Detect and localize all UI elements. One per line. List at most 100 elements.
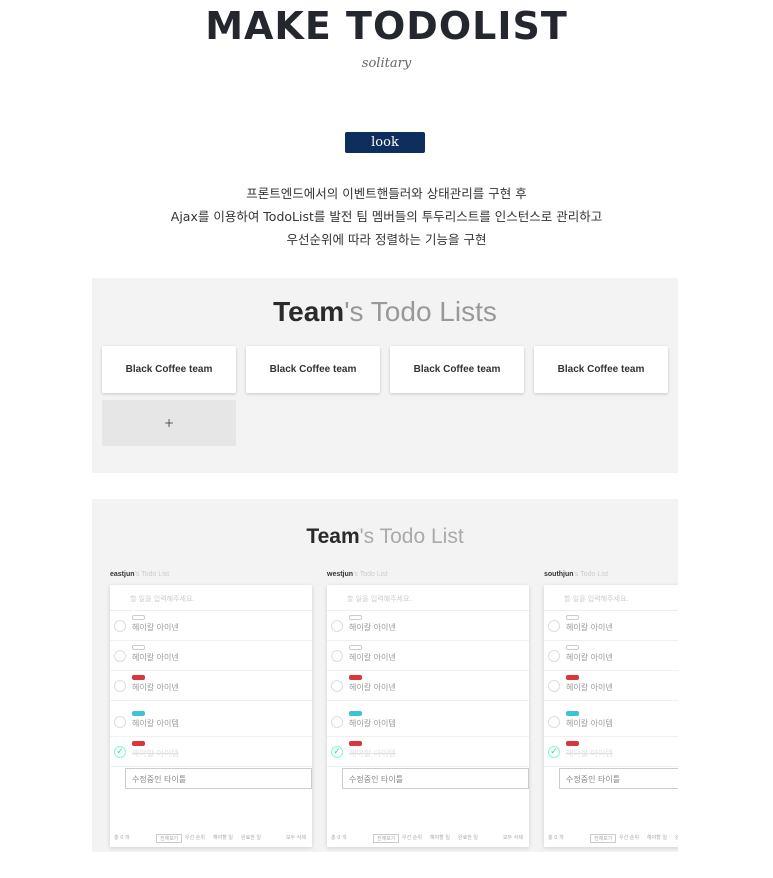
member-name: eastjun's Todo List: [110, 571, 169, 578]
todo-item[interactable]: 헤이칼 아이템: [327, 707, 529, 737]
todo-count: 총 0 개: [114, 835, 130, 841]
member-todo-list: eastjun's Todo List 할 일을 입력해주세요. 헤이칼 아이넨 헤이…: [110, 569, 312, 849]
page-title: MAKE TODOLIST: [205, 4, 568, 48]
filter-done-button[interactable]: 완료한 일: [241, 834, 261, 841]
checkbox-icon[interactable]: [114, 716, 126, 728]
member-name-bold: westjun: [327, 571, 354, 578]
todo-item[interactable]: 헤이칼 아이넨: [544, 611, 678, 641]
todo-item-label: 해야할 아이템: [566, 749, 613, 758]
checkbox-icon[interactable]: [114, 650, 126, 662]
checkbox-icon[interactable]: [114, 680, 126, 692]
filter-todo-button[interactable]: 해야할 일: [213, 834, 233, 841]
todo-count: 총 0 개: [331, 835, 347, 841]
todo-item[interactable]: 헤이칼 아이넨: [544, 641, 678, 671]
team-card[interactable]: Black Coffee team: [390, 346, 524, 393]
checkbox-icon[interactable]: [331, 716, 343, 728]
filter-done-button[interactable]: 완료한 일: [675, 834, 678, 841]
todo-footer: 총 0 개전체보기우선 순위해야할 일완료한 일모두 삭제: [544, 831, 678, 845]
filter-all-button[interactable]: 전체보기: [590, 834, 617, 843]
member-name: southjun's Todo List: [544, 571, 608, 578]
todo-item[interactable]: 헤이칼 아이넨: [327, 641, 529, 671]
team-card[interactable]: Black Coffee team: [534, 346, 668, 393]
clear-all-button[interactable]: 모두 삭제: [503, 834, 523, 841]
add-team-button[interactable]: +: [102, 400, 236, 446]
look-button[interactable]: look: [345, 132, 425, 153]
priority-chip: [349, 645, 362, 650]
checkbox-icon[interactable]: ✓: [548, 746, 560, 758]
priority-chip: [566, 645, 579, 650]
filter-todo-button[interactable]: 해야할 일: [647, 834, 667, 841]
description-line: 우선순위에 따라 정렬하는 기능을 구현: [286, 232, 487, 247]
priority-chip: [349, 711, 362, 716]
todo-item[interactable]: 헤이칼 아이템: [544, 707, 678, 737]
todo-item-label: 헤이칼 아이넨: [132, 623, 179, 632]
team-todo-heading: Team's Todo List: [92, 525, 678, 549]
heading-bold: Team: [306, 525, 360, 548]
checkbox-icon[interactable]: [548, 620, 560, 632]
todo-item[interactable]: 헤이칼 아이넨: [110, 641, 312, 671]
team-card[interactable]: Black Coffee team: [246, 346, 380, 393]
todo-item[interactable]: 헤이칼 아이넨: [544, 671, 678, 701]
checkbox-icon[interactable]: [548, 680, 560, 692]
heading-rest: 's Todo List: [359, 525, 464, 548]
checkbox-icon[interactable]: [548, 650, 560, 662]
description-line: 프론트엔드에서의 이벤트핸들러와 상태관리를 구현 후: [246, 186, 527, 201]
todo-item-label: 헤이칼 아이넨: [349, 623, 396, 632]
todo-item-label: 해야할 아이템: [349, 749, 396, 758]
todo-item-label: 헤이칼 아이넨: [132, 653, 179, 662]
checkbox-icon[interactable]: [331, 680, 343, 692]
checkbox-icon[interactable]: [331, 650, 343, 662]
todo-footer: 총 0 개 전체보기우선 순위 해야할 일 완료한 일 모두 삭제: [327, 831, 529, 845]
todo-item[interactable]: 헤이칼 아이넨: [327, 611, 529, 641]
todo-panel: 할 일을 입력해주세요. 헤이칼 아이넨 헤이칼 아이넨 헤이칼 아이넨 헤이칼 아이템…: [110, 585, 312, 847]
todo-item-label: 헤이칼 아이템: [566, 719, 613, 728]
todo-edit-input[interactable]: 수정중인 타이틀: [125, 768, 312, 789]
todo-input[interactable]: 할 일을 입력해주세요.: [110, 585, 312, 611]
todo-item-label: 헤이칼 아이템: [349, 719, 396, 728]
todo-item[interactable]: 헤이칼 아이템: [110, 707, 312, 737]
todo-item[interactable]: 헤이칼 아이넨: [327, 671, 529, 701]
todo-item[interactable]: 헤이칼 아이넨: [110, 671, 312, 701]
priority-chip: [132, 645, 145, 650]
priority-chip: [349, 675, 362, 680]
priority-chip: [566, 741, 579, 746]
filter-done-button[interactable]: 완료한 일: [458, 834, 478, 841]
filter-priority-button[interactable]: 우선 순위: [402, 834, 422, 841]
filter-all-button[interactable]: 전체보기: [156, 834, 183, 843]
team-card[interactable]: Black Coffee team: [102, 346, 236, 393]
todo-input[interactable]: 할 일을 입력해주세요.: [327, 585, 529, 611]
filter-all-button[interactable]: 전체보기: [373, 834, 400, 843]
checkbox-icon[interactable]: ✓: [114, 746, 126, 758]
checkbox-icon[interactable]: [114, 620, 126, 632]
checkbox-icon[interactable]: [331, 620, 343, 632]
todo-item-label: 헤이칼 아이템: [132, 719, 179, 728]
member-name-suffix: 's Todo List: [134, 571, 170, 578]
todo-footer: 총 0 개 전체보기우선 순위 해야할 일 완료한 일 모두 삭제: [110, 831, 312, 845]
todo-item-label: 해야할 아이템: [132, 749, 179, 758]
todo-item[interactable]: ✓ 해야할 아이템: [544, 737, 678, 767]
priority-chip: [349, 615, 362, 620]
todo-edit-input[interactable]: 수정중인 타이틀: [342, 768, 529, 789]
todo-panel: 할 일을 입력해주세요. 헤이칼 아이넨 헤이칼 아이넨 헤이칼 아이넨 헤이칼 아이템…: [327, 585, 529, 847]
description-line: Ajax를 이용하여 TodoList를 발전 팀 멤버들의 투두리스트를 인스…: [170, 209, 603, 224]
filter-priority-button[interactable]: 우선 순위: [185, 834, 205, 841]
priority-chip: [132, 675, 145, 680]
checkbox-icon[interactable]: ✓: [331, 746, 343, 758]
todo-item[interactable]: ✓ 해야할 아이템: [327, 737, 529, 767]
todo-input[interactable]: 할 일을 입력해주세요.: [544, 585, 678, 611]
checkbox-icon[interactable]: [548, 716, 560, 728]
priority-chip: [132, 711, 145, 716]
clear-all-button[interactable]: 모두 삭제: [286, 834, 306, 841]
todo-item-label: 헤이칼 아이넨: [349, 653, 396, 662]
member-name-bold: southjun: [544, 571, 574, 578]
todo-item[interactable]: ✓ 해야할 아이템: [110, 737, 312, 767]
todo-edit-input[interactable]: 수정중인 타이틀: [559, 768, 678, 789]
priority-chip: [132, 741, 145, 746]
filter-priority-button[interactable]: 우선 순위: [619, 834, 639, 841]
todo-item[interactable]: 헤이칼 아이넨: [110, 611, 312, 641]
team-todo-screenshot: Team's Todo List eastjun's Todo List 할 일을…: [92, 499, 678, 852]
filter-todo-button[interactable]: 해야할 일: [430, 834, 450, 841]
heading-bold: Team: [273, 296, 345, 327]
todo-item-label: 헤이칼 아이넨: [566, 683, 613, 692]
priority-chip: [566, 675, 579, 680]
